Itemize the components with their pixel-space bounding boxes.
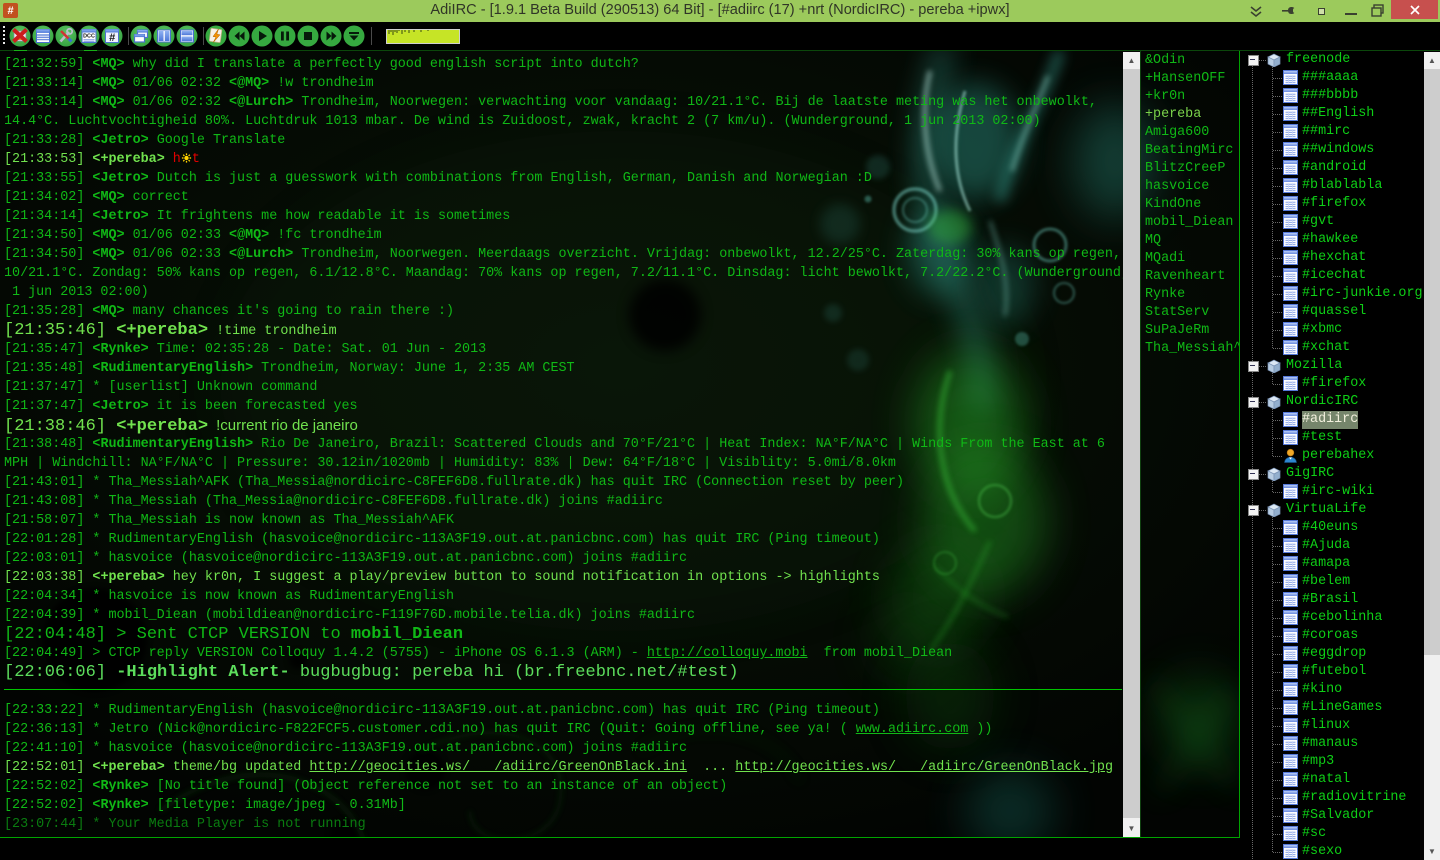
svg-text:DCC: DCC — [83, 34, 95, 40]
svg-text:#: # — [109, 32, 115, 44]
